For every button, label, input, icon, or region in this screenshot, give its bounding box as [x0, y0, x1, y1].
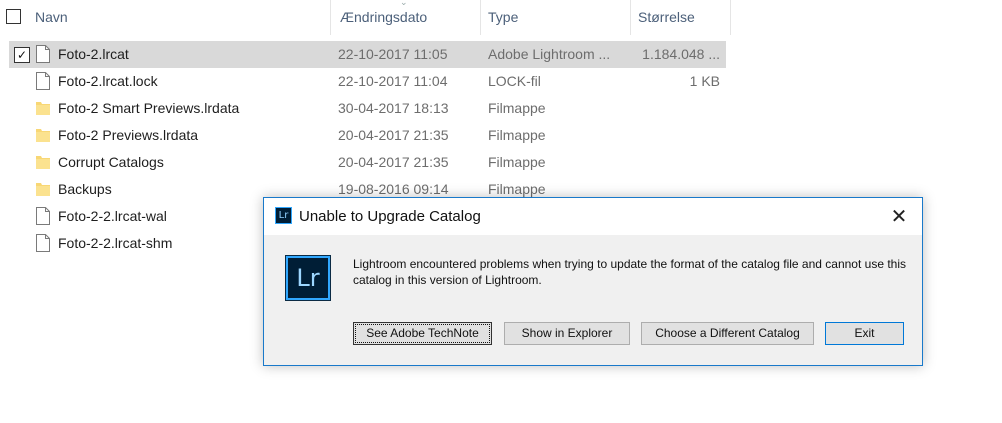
file-name: Foto-2 Previews.lrdata: [58, 127, 199, 143]
file-type: Filmappe: [488, 127, 546, 143]
file-date: 22-10-2017 11:04: [338, 73, 448, 89]
file-name: Foto-2 Smart Previews.lrdata: [58, 100, 240, 116]
upgrade-catalog-dialog: Lr Unable to Upgrade Catalog ✕ Lr Lightr…: [263, 197, 923, 366]
column-divider[interactable]: [730, 0, 731, 35]
file-size: 1 KB: [689, 73, 720, 89]
file-icon: [36, 207, 50, 225]
file-size: 1.184.048 ...: [642, 46, 720, 62]
select-all-checkbox[interactable]: [6, 9, 21, 24]
folder-icon: [36, 99, 50, 117]
file-icon: [36, 234, 50, 252]
column-header-size[interactable]: Størrelse: [638, 0, 695, 35]
row-checkbox[interactable]: ✓: [14, 47, 30, 63]
lightroom-logo-icon: Lr: [286, 256, 330, 300]
file-icon: [36, 45, 50, 63]
file-name: Corrupt Catalogs: [58, 154, 164, 170]
file-name: Foto-2.lrcat: [58, 46, 129, 62]
dialog-message: Lightroom encountered problems when tryi…: [353, 257, 907, 287]
file-name: Foto-2.lrcat.lock: [58, 73, 158, 89]
file-row[interactable]: ✓ Foto-2.lrcat 22-10-2017 11:05 Adobe Light…: [9, 41, 726, 68]
file-type: Filmappe: [488, 154, 546, 170]
file-type: Adobe Lightroom ...: [488, 46, 611, 62]
folder-icon: [36, 180, 50, 198]
file-date: 30-04-2017 18:13: [338, 100, 449, 116]
file-row[interactable]: Foto-2 Smart Previews.lrdata 30-04-2017 1…: [9, 95, 726, 122]
choose-different-catalog-button[interactable]: Choose a Different Catalog: [641, 322, 814, 345]
dialog-titlebar[interactable]: Lr Unable to Upgrade Catalog ✕: [264, 198, 922, 235]
file-name: Foto-2-2.lrcat-wal: [58, 208, 167, 224]
show-in-explorer-button[interactable]: Show in Explorer: [504, 322, 630, 345]
column-header-type[interactable]: Type: [488, 0, 518, 35]
folder-icon: [36, 153, 50, 171]
lightroom-app-icon: Lr: [275, 207, 292, 224]
file-type: Filmappe: [488, 100, 546, 116]
file-row[interactable]: Foto-2.lrcat.lock 22-10-2017 11:04 LOCK-fi…: [9, 68, 726, 95]
file-date: 22-10-2017 11:05: [338, 46, 448, 62]
file-row[interactable]: Foto-2 Previews.lrdata 20-04-2017 21:35 Fi…: [9, 122, 726, 149]
file-name: Backups: [58, 181, 112, 197]
file-type: LOCK-fil: [488, 73, 541, 89]
see-technote-button[interactable]: See Adobe TechNote: [353, 322, 492, 345]
column-header-bar: Navn ⌄ Ændringsdato Type Størrelse: [0, 0, 1002, 35]
close-icon[interactable]: ✕: [876, 198, 922, 235]
file-name: Foto-2-2.lrcat-shm: [58, 235, 173, 251]
file-row[interactable]: Corrupt Catalogs 20-04-2017 21:35 Filmappe: [9, 149, 726, 176]
column-divider[interactable]: [630, 0, 631, 35]
exit-button[interactable]: Exit: [825, 322, 904, 345]
column-divider[interactable]: [480, 0, 481, 35]
file-date: 20-04-2017 21:35: [338, 154, 449, 170]
file-date: 20-04-2017 21:35: [338, 127, 449, 143]
column-divider[interactable]: [330, 0, 331, 35]
column-header-name[interactable]: Navn: [35, 0, 68, 35]
dialog-title: Unable to Upgrade Catalog: [299, 208, 481, 225]
folder-icon: [36, 126, 50, 144]
file-icon: [36, 72, 50, 90]
column-header-date[interactable]: Ændringsdato: [340, 0, 427, 35]
